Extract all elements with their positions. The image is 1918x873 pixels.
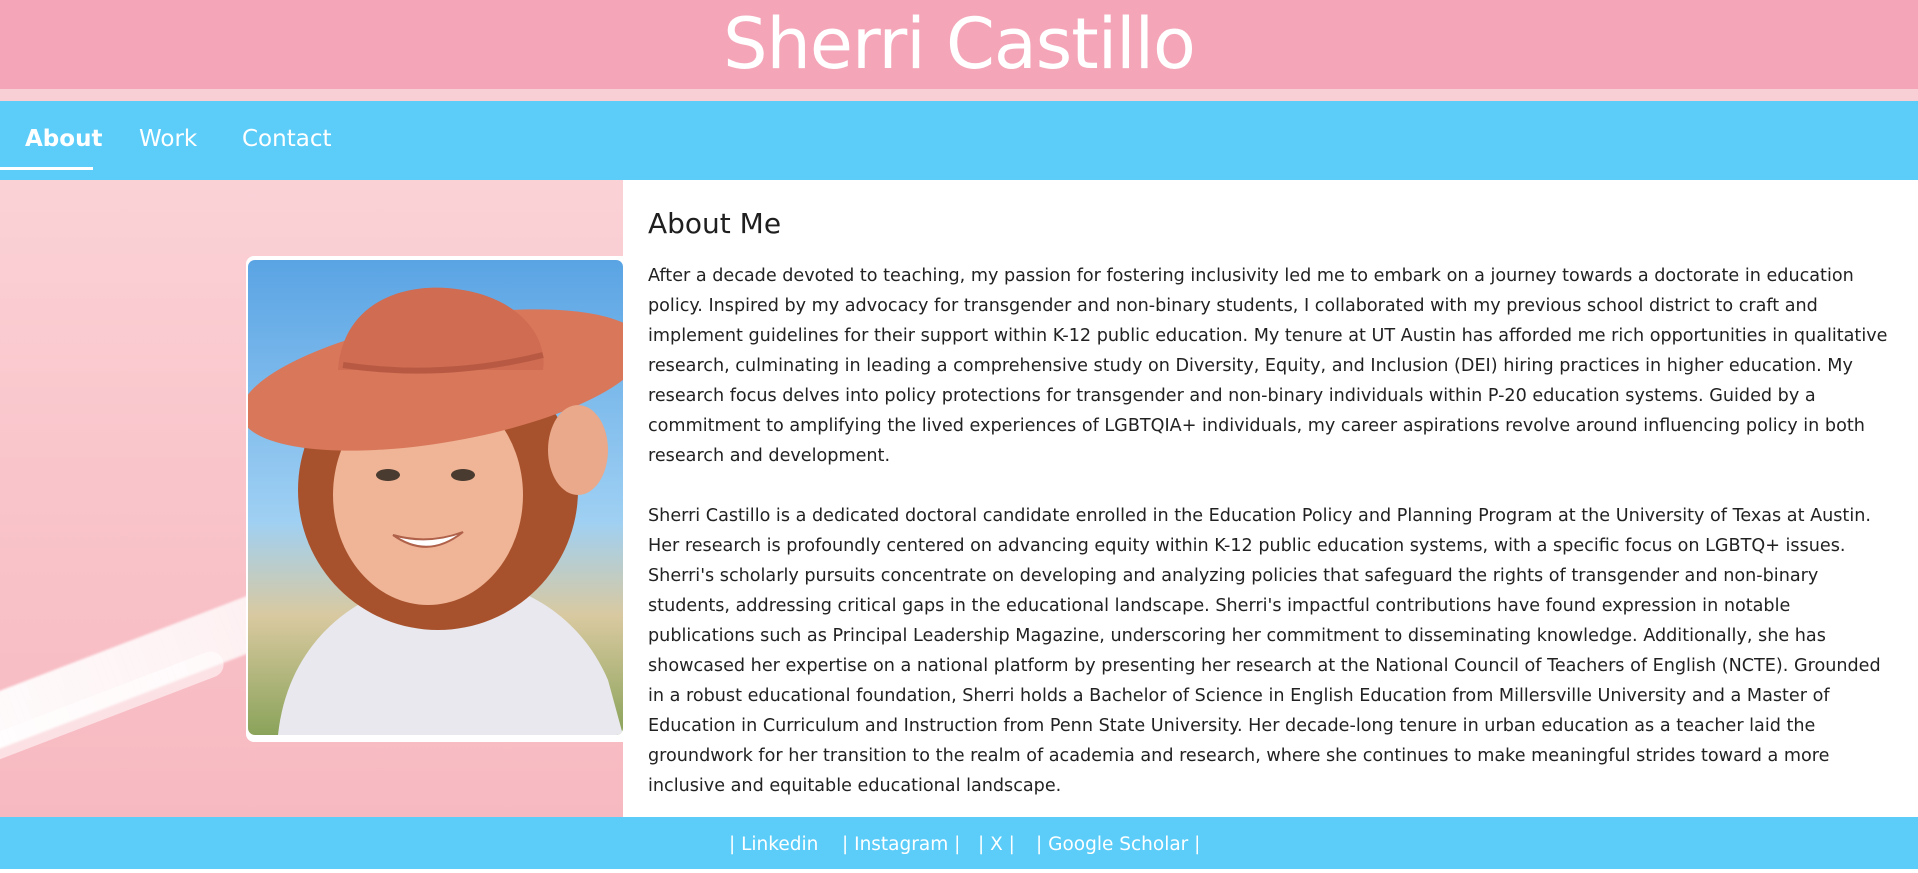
about-paragraph-2: Sherri Castillo is a dedicated doctoral … (648, 506, 1881, 796)
active-tab-indicator (0, 167, 93, 170)
about-heading: About Me (648, 207, 782, 240)
profile-photo (248, 260, 623, 735)
site-header: Sherri Castillo (0, 0, 1918, 89)
about-paragraph-1: After a decade devoted to teaching, my p… (648, 266, 1888, 466)
portrait-illustration (248, 287, 623, 735)
nav-work[interactable]: Work (139, 101, 197, 180)
nav-contact[interactable]: Contact (242, 101, 331, 180)
photo-panel (0, 180, 623, 817)
site-title: Sherri Castillo (723, 3, 1196, 85)
profile-photo-frame (246, 256, 623, 742)
about-content: About Me After a decade devoted to teach… (648, 198, 1898, 831)
footer-link-linkedin[interactable]: | Linkedin (729, 817, 818, 873)
header-divider (0, 89, 1918, 101)
footer-link-x[interactable]: | X | (978, 817, 1015, 873)
footer-link-instagram[interactable]: | Instagram | (842, 817, 960, 873)
site-footer: | Linkedin | Instagram | | X | | Google … (0, 817, 1918, 869)
footer-link-google-scholar[interactable]: | Google Scholar | (1036, 817, 1200, 873)
main-nav: About Work Contact (0, 101, 1918, 180)
